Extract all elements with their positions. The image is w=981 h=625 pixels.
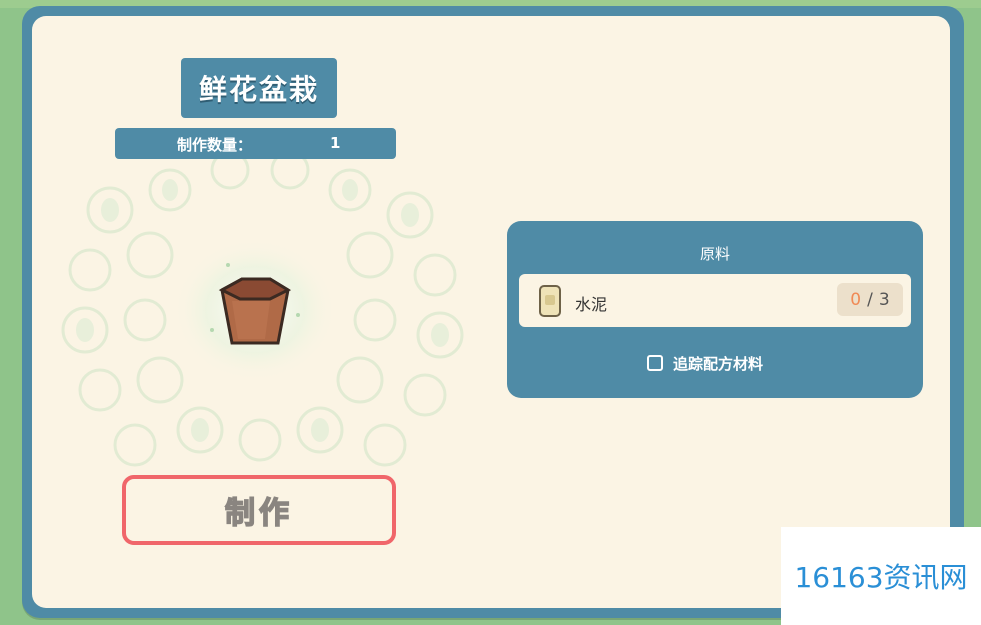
materials-header: 原料 [699,245,730,263]
quantity-bar: 制作数量： 1 [115,128,396,159]
craft-button[interactable]: 制作 [122,475,396,545]
quantity-label: 制作数量： [177,136,253,154]
cement-bag-icon [539,285,561,317]
material-row: 水泥 0 / 3 [519,274,911,327]
material-name: 水泥 [575,295,608,314]
track-label: 追踪配方材料 [673,354,764,373]
flower-pot-icon [173,238,337,382]
recipe-title: 鲜花盆栽 [181,58,337,118]
material-count: 0 / 3 [837,283,903,316]
material-count-separator: / [867,289,873,310]
material-need-count: 3 [878,289,890,310]
materials-panel: 原料 水泥 0 / 3 追踪配方材料 [507,221,923,398]
watermark: 16163资讯网 [781,527,981,625]
track-checkbox[interactable] [647,355,663,371]
quantity-value[interactable]: 1 [330,134,340,152]
track-materials-toggle[interactable]: 追踪配方材料 [647,352,763,374]
material-have-count: 0 [850,289,862,310]
